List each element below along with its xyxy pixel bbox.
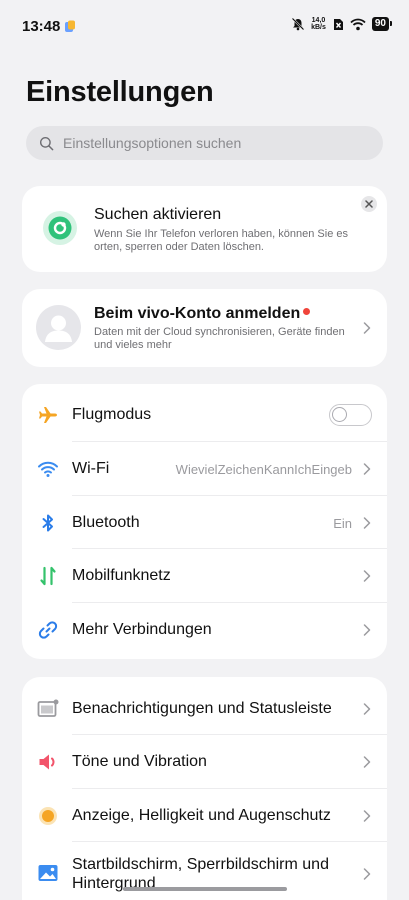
list-item-airplane-mode[interactable]: Flugmodus: [22, 388, 387, 442]
chevron-right-icon: [363, 756, 371, 768]
general-settings-group: Benachrichtigungen und Statusleiste Töne…: [22, 677, 387, 900]
notification-icon: [37, 699, 59, 717]
chevron-right-icon: [363, 322, 371, 334]
mobile-network-icon: [40, 566, 56, 586]
no-sim-icon: [333, 18, 343, 30]
chevron-right-icon: [363, 868, 371, 880]
list-item-mobile-network[interactable]: Mobilfunknetz: [22, 549, 387, 603]
wifi-network-name: WievielZeichenKannIchEingeb: [175, 462, 352, 477]
toggle-knob: [332, 407, 347, 422]
status-bar: 13:48 14,0 kB/s 90: [0, 0, 409, 54]
chevron-right-icon: [363, 703, 371, 715]
list-item-wallpaper[interactable]: Startbildschirm, Sperrbildschirm und Hin…: [22, 842, 387, 900]
status-icons: 14,0 kB/s 90: [291, 17, 393, 31]
unread-dot: [303, 307, 311, 315]
airplane-icon: [39, 407, 57, 423]
chevron-right-icon: [363, 810, 371, 822]
find-card-title: Suchen aktivieren: [94, 206, 222, 223]
wifi-icon: [38, 461, 58, 477]
list-item-notifications[interactable]: Benachrichtigungen und Statusleiste: [22, 682, 387, 736]
status-time: 13:48: [22, 18, 61, 35]
connectivity-group: Flugmodus Wi-Fi WievielZeichenKannIchEin…: [22, 384, 387, 659]
wallpaper-icon: [38, 865, 58, 881]
wifi-status-icon: [350, 18, 366, 30]
user-avatar-icon: [45, 315, 72, 342]
account-description: Daten mit der Cloud synchronisieren, Ger…: [94, 326, 345, 351]
list-item-label: Mobilfunknetz: [72, 567, 171, 584]
list-item-wifi[interactable]: Wi-Fi WievielZeichenKannIchEingeb: [22, 442, 387, 496]
list-item-label: Töne und Vibration: [72, 753, 207, 770]
list-item-label: Benachrichtigungen und Statusleiste: [72, 700, 332, 717]
speaker-icon: [39, 754, 55, 770]
chevron-right-icon: [363, 570, 371, 582]
page-title: Einstellungen: [26, 76, 214, 108]
find-card-description: Wenn Sie Ihr Telefon verloren haben, kön…: [94, 228, 348, 253]
bluetooth-status: Ein: [333, 516, 352, 531]
chevron-right-icon: [363, 463, 371, 475]
close-find-card-button[interactable]: [361, 196, 377, 212]
list-item-label: Bluetooth: [72, 514, 140, 531]
app-notification-icon: [65, 20, 75, 32]
close-icon: [365, 200, 373, 208]
chevron-right-icon: [363, 624, 371, 636]
list-item-bluetooth[interactable]: Bluetooth Ein: [22, 496, 387, 550]
mute-bell-icon: [291, 17, 305, 31]
airplane-mode-toggle[interactable]: [329, 404, 372, 426]
find-device-card[interactable]: Suchen aktivieren Wenn Sie Ihr Telefon v…: [22, 186, 387, 272]
battery-indicator: 90: [371, 17, 393, 31]
network-speed: 14,0 kB/s: [311, 17, 326, 31]
home-indicator[interactable]: [123, 887, 287, 891]
avatar: [36, 305, 81, 350]
account-title: Beim vivo-Konto anmelden: [94, 305, 311, 323]
network-speed-unit: kB/s: [311, 24, 326, 31]
network-speed-value: 14,0: [311, 17, 326, 24]
search-icon: [39, 136, 54, 150]
account-title-text: Beim vivo-Konto anmelden: [94, 305, 301, 322]
list-item-label: Anzeige, Helligkeit und Augenschutz: [72, 807, 331, 824]
search-input[interactable]: [63, 135, 363, 151]
search-bar[interactable]: [26, 126, 383, 160]
brightness-icon: [39, 807, 57, 825]
list-item-label: Flugmodus: [72, 406, 152, 423]
list-item-display[interactable]: Anzeige, Helligkeit und Augenschutz: [22, 789, 387, 843]
list-item-label: Mehr Verbindungen: [72, 621, 212, 638]
account-card[interactable]: Beim vivo-Konto anmelden Daten mit der C…: [22, 289, 387, 367]
chevron-right-icon: [363, 517, 371, 529]
list-item-sound-vibration[interactable]: Töne und Vibration: [22, 735, 387, 789]
list-item-more-connections[interactable]: Mehr Verbindungen: [22, 603, 387, 657]
list-item-label: Wi-Fi: [72, 460, 110, 477]
link-icon: [38, 621, 58, 639]
find-device-icon: [43, 211, 77, 245]
bluetooth-icon: [42, 514, 53, 532]
